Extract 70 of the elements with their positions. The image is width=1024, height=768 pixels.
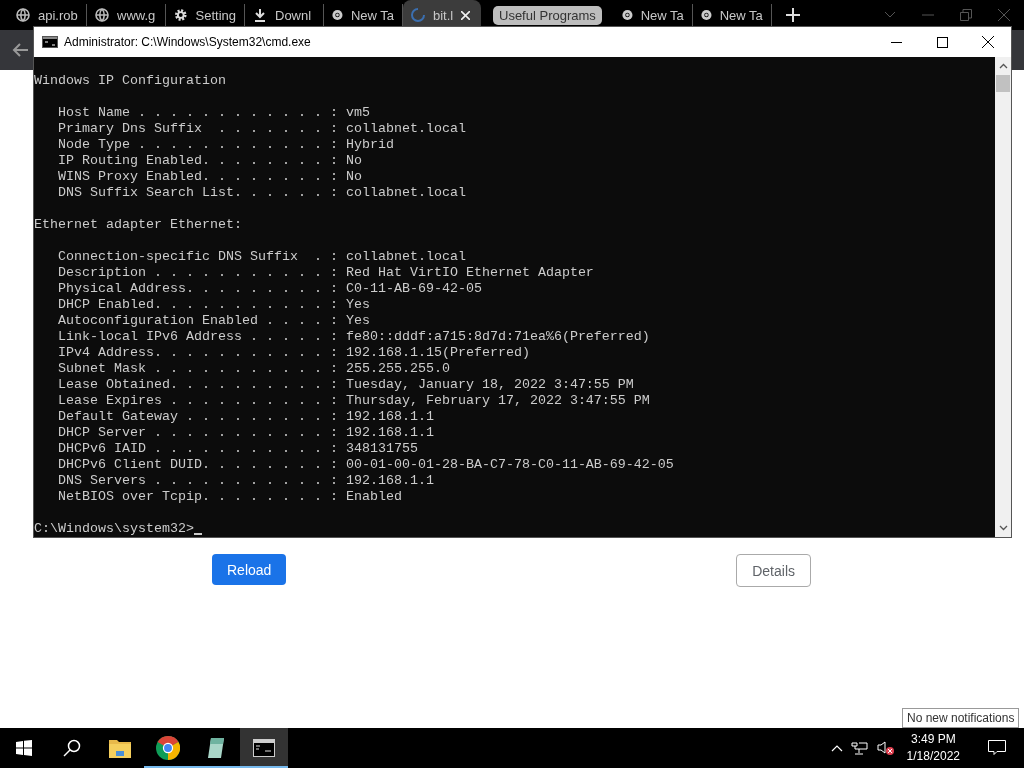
browser-tab[interactable]: Downl [245, 4, 324, 26]
tab-group-label[interactable]: Useful Programs [493, 5, 602, 25]
clock-time: 3:49 PM [910, 731, 956, 748]
search-icon[interactable] [63, 739, 81, 757]
loading-spinner-icon [411, 8, 425, 22]
muted-speaker-icon[interactable] [876, 740, 895, 756]
new-tab-icon[interactable] [785, 8, 800, 22]
restore-icon[interactable] [960, 9, 972, 21]
folder-icon [109, 738, 131, 758]
console-line: Description . . . . . . . . . . . : Red Hat VirtIO Ethernet Adapter [57, 265, 595, 281]
terminal-icon [253, 739, 275, 757]
console-line: NetBIOS over Tcpip. . . . . . . . : Enabled [57, 489, 403, 505]
chrome-icon [332, 8, 343, 22]
chevron-down-icon[interactable] [884, 11, 896, 19]
terminal-icon [42, 36, 58, 48]
browser-tab[interactable]: New Ta [692, 4, 772, 26]
back-arrow-icon[interactable] [12, 43, 28, 57]
console-line: DHCPv6 Client DUID. . . . . . . . : 00-01-00-01-28-BA-C7-78-C0-11-AB-69-42-05 [57, 457, 675, 473]
console-line: Link-local IPv6 Address . . . . . : fe80::dddf:a715:8d7d:71ea%6(Preferred) [57, 329, 651, 345]
chrome-icon [156, 736, 180, 760]
console-line: Autoconfiguration Enabled . . . . : Yes [57, 313, 371, 329]
console-line: DHCPv6 IAID . . . . . . . . . . . : 348131755 [57, 441, 419, 457]
globe-icon [95, 8, 109, 22]
console-line: Connection-specific DNS Suffix . : collabnet.local [57, 249, 467, 265]
maximize-icon[interactable] [936, 36, 948, 48]
details-button[interactable]: Details [736, 554, 811, 587]
console-line: Lease Expires . . . . . . . . . . : Thursday, February 17, 2022 3:47:55 PM [57, 393, 651, 409]
console-line: Default Gateway . . . . . . . . . : 192.168.1.1 [57, 409, 435, 425]
close-icon[interactable] [982, 36, 994, 48]
console-line: Node Type . . . . . . . . . . . . : Hybrid [57, 137, 395, 153]
chrome-icon [621, 8, 633, 22]
scroll-thumb[interactable] [996, 75, 1010, 92]
notification-tooltip: No new notifications [902, 708, 1020, 728]
console-line: DNS Suffix Search List. . . . . . : collabnet.local [57, 185, 467, 201]
notification-icon[interactable] [988, 740, 1006, 756]
text-cursor [193, 533, 202, 535]
globe-icon [16, 8, 30, 22]
console-line: DHCP Enabled. . . . . . . . . . . : Yes [57, 297, 371, 313]
chevron-up-icon[interactable] [830, 744, 843, 752]
network-icon[interactable] [850, 740, 869, 756]
start-icon[interactable] [16, 740, 32, 756]
console-line: Ethernet adapter Ethernet: [34, 217, 243, 233]
browser-tab[interactable]: New Ta [613, 4, 693, 26]
clock-date: 1/18/2022 [906, 748, 960, 765]
download-icon [253, 8, 267, 22]
notepad-icon [206, 737, 226, 759]
taskbar-app[interactable] [240, 728, 288, 768]
gear-icon [174, 8, 188, 22]
chrome-icon [700, 8, 712, 22]
console-line: Primary Dns Suffix . . . . . . . : collabnet.local [57, 121, 467, 137]
console-line: Physical Address. . . . . . . . . : C0-11-AB-69-42-05 [57, 281, 483, 297]
minimize-icon[interactable] [890, 41, 902, 43]
browser-tab[interactable]: Setting [166, 4, 245, 26]
scrollbar[interactable] [995, 57, 1011, 537]
window-title: Administrator: C:\Windows\System32\cmd.exe [64, 35, 311, 49]
reload-button[interactable]: Reload [212, 554, 287, 585]
scroll-down-icon[interactable] [998, 525, 1008, 531]
browser-tab[interactable]: www.g [87, 4, 166, 26]
console-line: Subnet Mask . . . . . . . . . . . : 255.255.255.0 [57, 361, 451, 377]
browser-tab[interactable]: api.rob [8, 4, 87, 26]
console-prompt: C:\Windows\system32> [34, 521, 194, 537]
console-line: WINS Proxy Enabled. . . . . . . . : No [57, 169, 363, 185]
console-line: DHCP Server . . . . . . . . . . . : 192.168.1.1 [57, 425, 435, 441]
console-line: DNS Servers . . . . . . . . . . . : 192.168.1.1 [57, 473, 435, 489]
console-line: Windows IP Configuration [34, 73, 227, 89]
console-line: Host Name . . . . . . . . . . . . : vm5 [57, 105, 371, 121]
console-line: IP Routing Enabled. . . . . . . . : No [57, 153, 363, 169]
console-line: IPv4 Address. . . . . . . . . . . : 192.168.1.15(Preferred) [57, 345, 531, 361]
console-line: Lease Obtained. . . . . . . . . . : Tuesday, January 18, 2022 3:47:55 PM [57, 377, 635, 393]
scroll-up-icon[interactable] [998, 63, 1008, 69]
